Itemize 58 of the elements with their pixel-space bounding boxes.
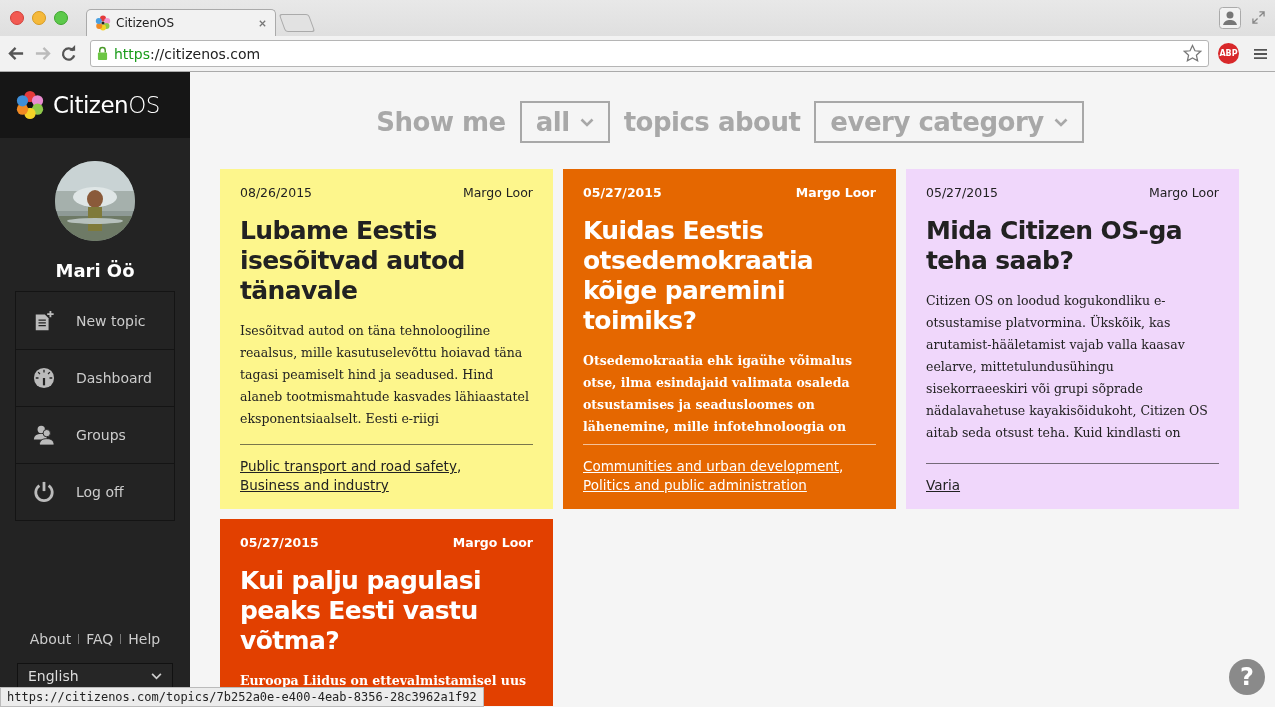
address-bar[interactable]: https://citizenos.com bbox=[90, 40, 1209, 67]
filter-label: Show me bbox=[376, 107, 506, 137]
close-window-button[interactable] bbox=[10, 11, 24, 25]
new-document-icon bbox=[33, 309, 55, 332]
topic-description: Otsedemokraatia ehk igaühe võimalus otse, ilma esindajaid valimata osaleda otsustamises ja seadusloomes on lähenemine, mille infotehnoloogia on bbox=[583, 352, 853, 436]
topic-author: Margo Loor bbox=[1148, 185, 1219, 200]
gauge-icon bbox=[33, 367, 55, 389]
profile-icon[interactable] bbox=[1219, 7, 1241, 29]
topic-categories: Communities and urban development, Politics and public administration bbox=[583, 457, 845, 495]
close-tab-icon[interactable] bbox=[258, 18, 267, 28]
link-url-tooltip: https://citizenos.com/topics/7b252a0e-e400-4eab-8356-28c3962a1f92 bbox=[0, 687, 484, 707]
topic-author: Margo Loor bbox=[452, 535, 533, 550]
brand-name[interactable]: CitizenOS bbox=[53, 92, 160, 118]
topic-title: Mida Citizen OS-ga teha saab? bbox=[926, 216, 1183, 276]
topic-title: Kui palju pagulasi peaks Eesti vastu võtma? bbox=[240, 566, 482, 656]
footer-link[interactable]: FAQ bbox=[86, 631, 114, 647]
chevron-down-icon bbox=[151, 672, 162, 680]
menu-icon[interactable] bbox=[1254, 47, 1267, 60]
topic-author: Margo Loor bbox=[462, 185, 533, 200]
sidebar-menu-item[interactable]: Log off bbox=[16, 463, 174, 520]
browser-tab[interactable]: CitizenOS bbox=[86, 9, 276, 36]
category-link[interactable]: Public transport and road safety bbox=[240, 458, 457, 474]
topic-author: Margo Loor bbox=[795, 185, 876, 200]
lock-icon bbox=[97, 46, 108, 61]
category-link[interactable]: Business and industry bbox=[240, 477, 389, 493]
sidebar-menu-item[interactable]: Dashboard bbox=[16, 349, 174, 406]
topic-date: 05/27/2015 bbox=[240, 535, 319, 550]
topic-date: 05/27/2015 bbox=[926, 185, 999, 200]
fullscreen-icon[interactable] bbox=[1252, 11, 1265, 24]
footer-link[interactable]: Help bbox=[128, 631, 161, 647]
category-link[interactable]: Varia bbox=[926, 477, 961, 493]
topic-card[interactable] bbox=[220, 169, 553, 509]
adblock-button[interactable]: ABP bbox=[1218, 43, 1239, 64]
topic-card[interactable] bbox=[906, 169, 1239, 509]
topic-title: Lubame Eestis isesõitvad autod tänavale bbox=[240, 216, 466, 306]
bookmark-star-icon[interactable] bbox=[1183, 44, 1202, 63]
users-icon bbox=[33, 424, 55, 446]
chevron-down-icon bbox=[1053, 117, 1068, 127]
topic-date: 08/26/2015 bbox=[240, 185, 313, 200]
topic-description: Citizen OS on loodud kogukondliku e-otsustamise platvormina. Ükskõik, kas arutamist-hääletamist vajab valla kaasav eelarve, mittetulundusühingu sisekorraeeskiri või grupi sõprade nädalavahetuse kayakisõidukoht, Citizen OS aitab seda otsust teha. Kuid kindlasti on bbox=[926, 292, 1209, 442]
topic-description: Euroopa Liidus on ettevalmistamisel uus bbox=[240, 672, 528, 690]
back-icon[interactable] bbox=[8, 45, 25, 62]
topic-date: 05/27/2015 bbox=[583, 185, 662, 200]
zoom-window-button[interactable] bbox=[54, 11, 68, 25]
filter-label: topics about bbox=[623, 107, 801, 137]
power-icon bbox=[33, 481, 55, 503]
reload-icon[interactable] bbox=[60, 45, 77, 62]
topic-title: Kuidas Eestis otsedemokraatia kõige paremini toimiks? bbox=[583, 216, 815, 336]
sidebar-menu-item[interactable]: New topic bbox=[16, 292, 174, 349]
language-select[interactable]: English bbox=[17, 663, 173, 689]
chevron-down-icon bbox=[579, 117, 594, 127]
sidebar-menu-item[interactable]: Groups bbox=[16, 406, 174, 463]
topic-categories: Public transport and road safety, Business and industry bbox=[240, 457, 463, 495]
user-name: Mari Öö bbox=[55, 260, 135, 281]
topic-description: Isesõitvad autod on täna tehnoloogiline reaalsus, mille kasutuselevõttu hoiavad täna tagasi peamiselt hind ja seadused. Hind alaneb tootmismahtude kasvades lähiaastatel eksponentsiaalselt. Eesti e-riigi bbox=[240, 322, 530, 428]
flower-logo-icon[interactable] bbox=[15, 90, 45, 120]
flower-icon bbox=[95, 15, 111, 31]
footer-link[interactable]: About bbox=[29, 631, 72, 647]
